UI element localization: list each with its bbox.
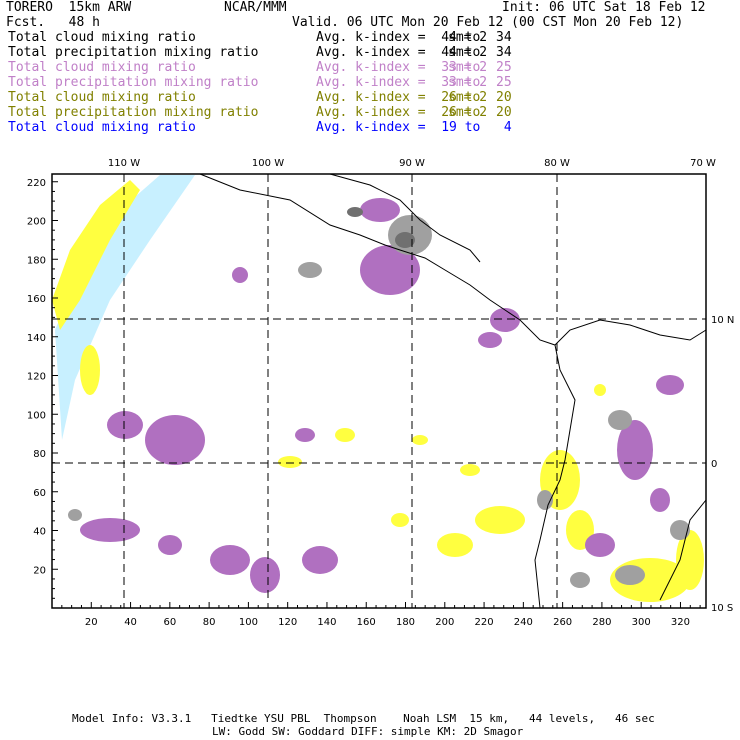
y-tick-label: 20: [33, 565, 46, 576]
y-tick-label: 200: [27, 217, 46, 228]
x-tick-label: 260: [553, 617, 572, 628]
x-tick-label: 220: [475, 617, 494, 628]
x-tick-label: 240: [514, 617, 533, 628]
x-tick-label: 320: [671, 617, 690, 628]
y-tick-label: 140: [27, 333, 46, 344]
x-tick-label: 80: [203, 617, 216, 628]
y-tick-label: 100: [27, 410, 46, 421]
longitude-label: 80 W: [544, 158, 570, 169]
y-tick-label: 180: [27, 255, 46, 266]
longitude-label: 100 W: [252, 158, 284, 169]
latitude-label: 10 S: [711, 603, 733, 614]
x-tick-label: 140: [317, 617, 336, 628]
latitude-label: 10 N: [711, 315, 734, 326]
x-tick-label: 200: [435, 617, 454, 628]
y-tick-label: 80: [33, 449, 46, 460]
x-tick-label: 60: [163, 617, 176, 628]
longitude-label: 110 W: [108, 158, 140, 169]
x-tick-label: 180: [396, 617, 415, 628]
y-tick-label: 220: [27, 178, 46, 189]
y-tick-label: 60: [33, 488, 46, 499]
y-tick-label: 120: [27, 372, 46, 383]
x-tick-label: 40: [124, 617, 137, 628]
weather-plot-page: TORERO 15km ARW NCAR/MMM Init: 06 UTC Sa…: [0, 0, 740, 740]
footer-physics: LW: Godd SW: Goddard DIFF: simple KM: 2D…: [212, 725, 524, 738]
footer-model-info: Model Info: V3.3.1 Tiedtke YSU PBL Thomp…: [72, 712, 655, 725]
x-tick-label: 280: [592, 617, 611, 628]
x-tick-label: 100: [239, 617, 258, 628]
map-plot: 20 40 60 80 100 120 140 160 180 200 220 240 260 280 30…: [27, 158, 734, 628]
latitude-label: 0: [711, 459, 717, 470]
x-tick-label: 20: [85, 617, 98, 628]
y-tick-label: 160: [27, 294, 46, 305]
x-tick-label: 300: [632, 617, 651, 628]
longitude-label: 90 W: [399, 158, 425, 169]
longitude-label: 70 W: [690, 158, 716, 169]
x-tick-label: 120: [278, 617, 297, 628]
y-tick-label: 40: [33, 527, 46, 538]
x-tick-label: 160: [357, 617, 376, 628]
field-shading: [52, 175, 704, 602]
